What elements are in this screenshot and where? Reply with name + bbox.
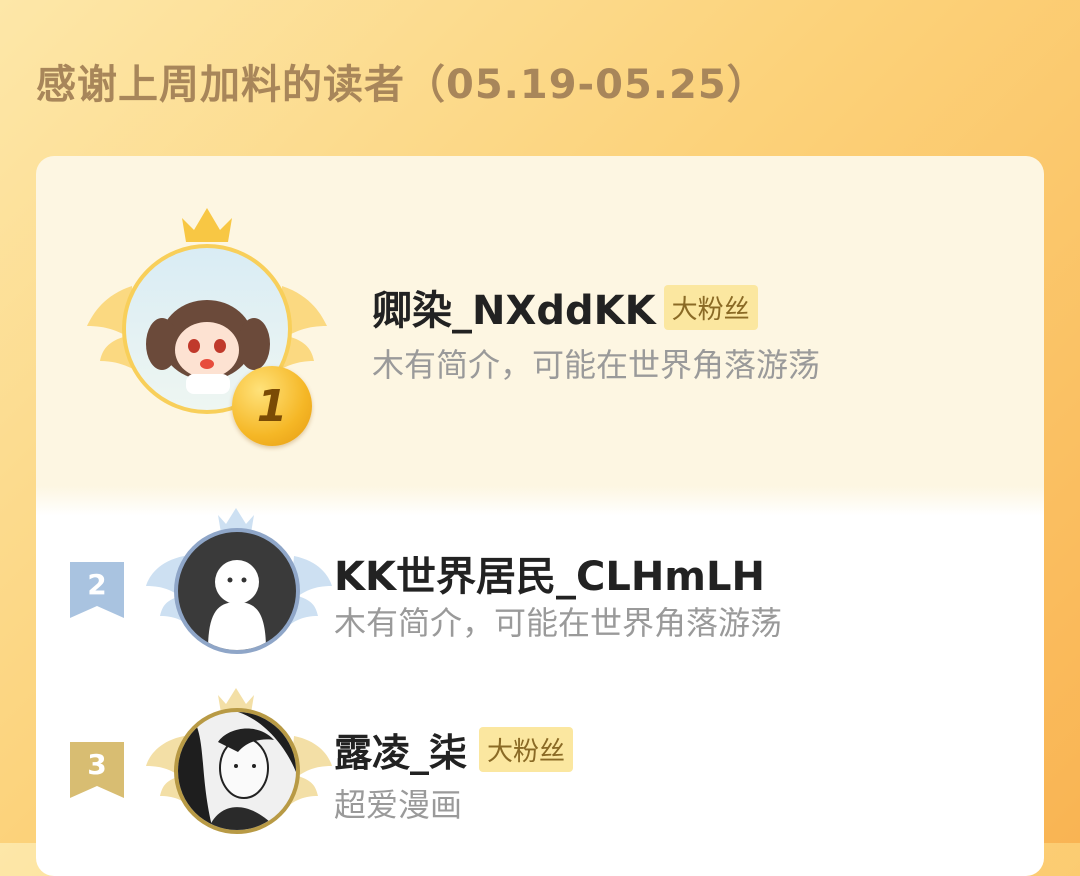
page-title: 感谢上周加料的读者（05.19-05.25）	[36, 62, 768, 108]
list-item[interactable]: 3 露凌_柒 大粉丝 超爱漫画	[36, 686, 1044, 846]
svg-text:3: 3	[87, 748, 106, 781]
reader-list-card: 1 卿染_NXddKK 大粉丝 木有简介，可能在世界角落游荡 2 KK世界居民_…	[36, 156, 1044, 876]
rank-3-avatar-frame[interactable]	[144, 686, 334, 846]
rank-1-medal: 1	[232, 366, 312, 446]
default-ghost-avatar-icon	[208, 560, 266, 650]
reader-bio: 木有简介，可能在世界角落游荡	[372, 346, 821, 384]
user-avatar[interactable]	[174, 528, 300, 654]
reader-name[interactable]: 露凌_柒 大粉丝	[334, 722, 574, 777]
rank-2-avatar-frame[interactable]	[144, 506, 334, 666]
reader-bio: 木有简介，可能在世界角落游荡	[334, 604, 783, 642]
fan-badge: 大粉丝	[663, 284, 758, 330]
crown-icon	[182, 208, 232, 242]
reader-name[interactable]: 卿染_NXddKK 大粉丝	[372, 278, 758, 336]
list-item[interactable]: 2 KK世界居民_CLHmLH 木有简介，可能在世界角落游荡	[36, 506, 1044, 666]
user-avatar[interactable]	[174, 708, 300, 834]
reader-name[interactable]: KK世界居民_CLHmLH	[334, 544, 765, 602]
bw-illustration-avatar-icon	[178, 712, 296, 830]
fan-badge: 大粉丝	[479, 727, 574, 772]
list-item[interactable]: 1 卿染_NXddKK 大粉丝 木有简介，可能在世界角落游荡	[36, 156, 1044, 496]
rank-1-avatar-frame[interactable]: 1	[82, 206, 332, 446]
rank-3-flag-icon: 3	[70, 742, 124, 798]
rank-2-flag-icon: 2	[70, 562, 124, 618]
reader-bio: 超爱漫画	[334, 786, 463, 824]
svg-text:2: 2	[87, 568, 106, 601]
